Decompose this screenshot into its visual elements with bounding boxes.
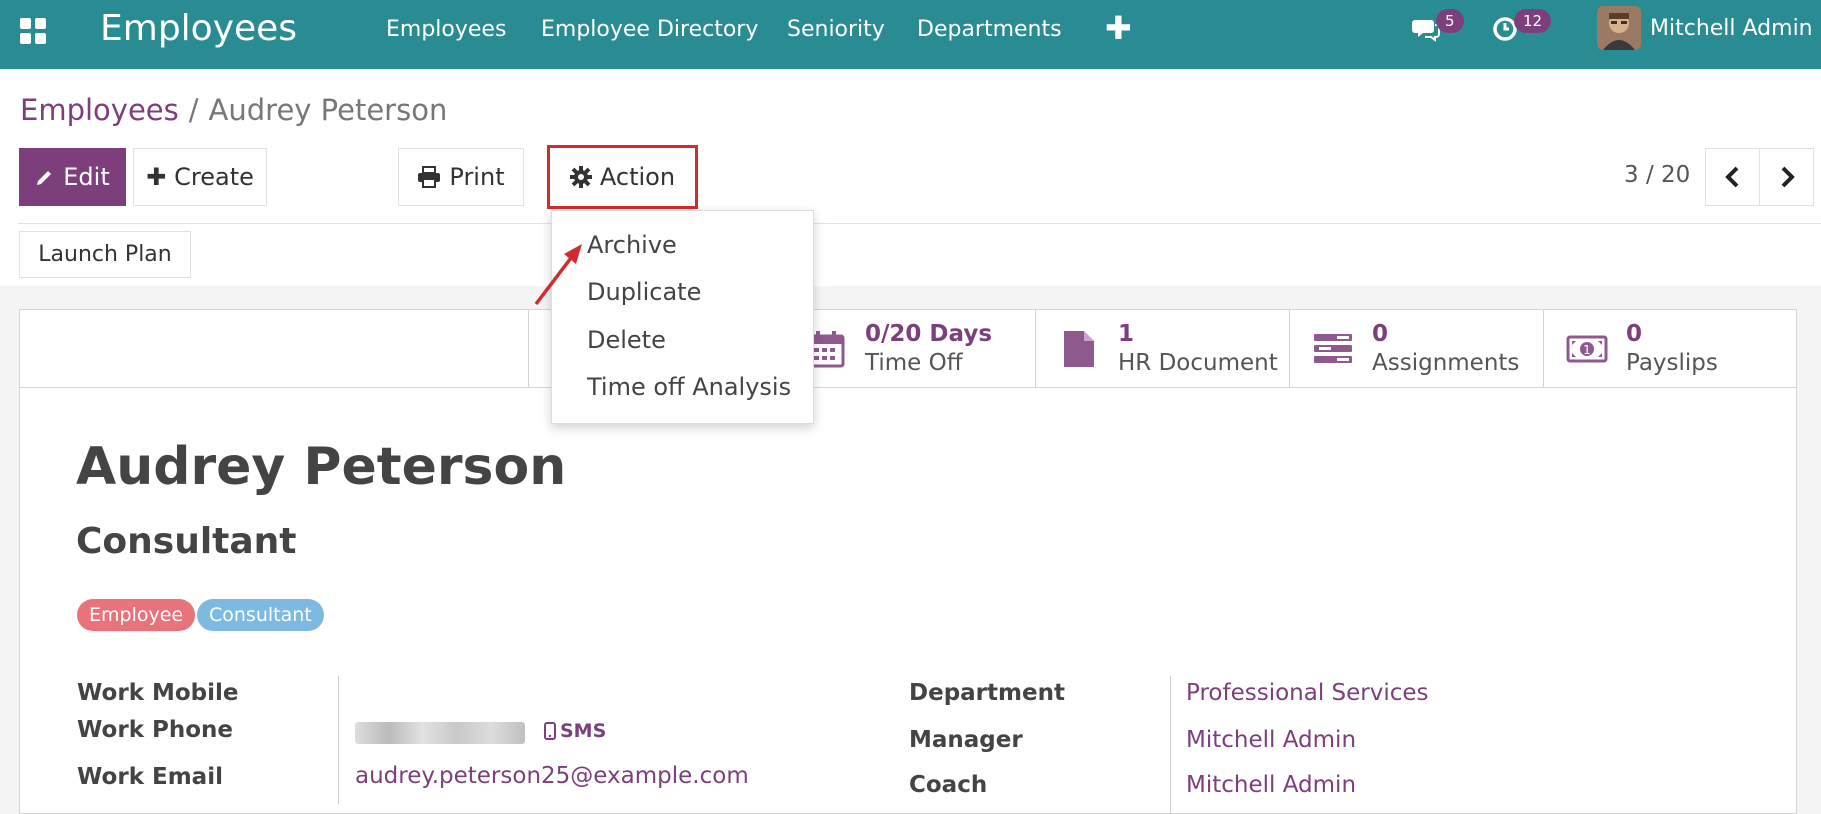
right-field-separator	[1170, 676, 1171, 814]
manager-label: Manager	[909, 727, 1023, 753]
assignments-label: Assignments	[1372, 349, 1520, 376]
print-button[interactable]: Print	[398, 148, 524, 206]
pager-counter[interactable]: 3 / 20	[1624, 162, 1690, 188]
sms-link[interactable]: SMS	[544, 720, 606, 742]
menu-item-archive[interactable]: Archive	[587, 231, 677, 259]
tasks-icon	[1314, 333, 1352, 363]
print-button-label: Print	[449, 163, 505, 191]
edit-button[interactable]: Edit	[19, 148, 126, 206]
manager-value[interactable]: Mitchell Admin	[1186, 727, 1356, 753]
gear-icon	[569, 166, 592, 188]
coach-label: Coach	[909, 772, 988, 798]
smart-button-assignments[interactable]: 0 Assignments	[1289, 309, 1543, 388]
work-email-label: Work Email	[77, 764, 223, 790]
action-button[interactable]: Action	[547, 145, 698, 209]
department-label: Department	[909, 680, 1065, 706]
create-button[interactable]: ✚ Create	[133, 148, 267, 206]
coach-value[interactable]: Mitchell Admin	[1186, 772, 1356, 798]
time-off-label: Time Off	[865, 349, 963, 376]
launch-plan-button[interactable]: Launch Plan	[19, 231, 191, 278]
payslips-label: Payslips	[1626, 349, 1718, 376]
nav-seniority[interactable]: Seniority	[787, 17, 885, 42]
tag-consultant[interactable]: Consultant	[197, 599, 324, 631]
smart-button-separator	[528, 309, 529, 388]
work-phone-label: Work Phone	[77, 717, 234, 743]
messages-badge: 5	[1436, 9, 1464, 33]
action-dropdown-menu: Archive Duplicate Delete Time off Analys…	[551, 210, 814, 424]
smart-button-time-off[interactable]: 0/20 Days Time Off	[782, 309, 1036, 388]
sms-label: SMS	[560, 720, 607, 742]
time-off-value: 0/20 Days	[865, 320, 993, 347]
activities-badge: 12	[1514, 9, 1552, 33]
apps-menu-icon[interactable]	[20, 18, 46, 44]
money-icon: 1	[1566, 335, 1608, 362]
chevron-right-icon	[1781, 166, 1795, 188]
left-field-separator	[338, 676, 339, 804]
employee-job-title[interactable]: Consultant	[76, 521, 297, 562]
breadcrumb-employees[interactable]: Employees	[20, 93, 179, 127]
hr-document-label: HR Document	[1118, 349, 1278, 376]
user-menu[interactable]: Mitchell Admin	[1650, 16, 1813, 41]
file-icon	[1064, 330, 1094, 367]
payslips-value: 0	[1626, 320, 1643, 347]
top-navbar: Employees Employees Employee Directory S…	[0, 0, 1821, 69]
create-button-label: Create	[174, 163, 254, 191]
plus-icon: ✚	[146, 163, 167, 191]
smart-button-payslips[interactable]: 1 0 Payslips	[1543, 309, 1797, 388]
department-value[interactable]: Professional Services	[1186, 680, 1429, 706]
hr-document-value: 1	[1118, 320, 1135, 347]
tag-employee[interactable]: Employee	[77, 599, 196, 631]
employee-name[interactable]: Audrey Peterson	[76, 437, 566, 497]
app-title: Employees	[100, 8, 298, 49]
work-phone-value-blurred[interactable]	[355, 722, 525, 744]
assignments-value: 0	[1372, 320, 1389, 347]
pager-next-button[interactable]	[1759, 148, 1814, 206]
breadcrumb-current: Audrey Peterson	[208, 93, 448, 127]
menu-item-time-off-analysis[interactable]: Time off Analysis	[587, 373, 791, 401]
annotation-arrow-icon	[534, 244, 582, 306]
edit-button-label: Edit	[63, 163, 110, 191]
add-menu-icon[interactable]: ✚	[1105, 9, 1132, 47]
user-avatar[interactable]	[1597, 6, 1641, 50]
print-icon	[418, 166, 441, 188]
chevron-left-icon	[1724, 166, 1738, 188]
svg-text:1: 1	[1583, 343, 1591, 357]
form-statusbar	[0, 224, 1821, 286]
breadcrumb: Employees / Audrey Peterson	[20, 93, 447, 127]
nav-employees[interactable]: Employees	[386, 17, 506, 42]
smart-button-hr-document[interactable]: 1 HR Document	[1035, 309, 1289, 388]
menu-item-duplicate[interactable]: Duplicate	[587, 278, 701, 306]
menu-item-delete[interactable]: Delete	[587, 326, 666, 354]
breadcrumb-separator: /	[188, 93, 199, 127]
mobile-phone-icon	[544, 722, 556, 740]
nav-employee-directory[interactable]: Employee Directory	[541, 17, 758, 42]
pencil-icon	[37, 171, 52, 185]
work-mobile-label: Work Mobile	[77, 680, 239, 706]
pager-previous-button[interactable]	[1705, 148, 1760, 206]
work-email-value[interactable]: audrey.peterson25@example.com	[355, 763, 749, 789]
action-button-label: Action	[599, 163, 676, 191]
nav-departments[interactable]: Departments	[917, 17, 1062, 42]
